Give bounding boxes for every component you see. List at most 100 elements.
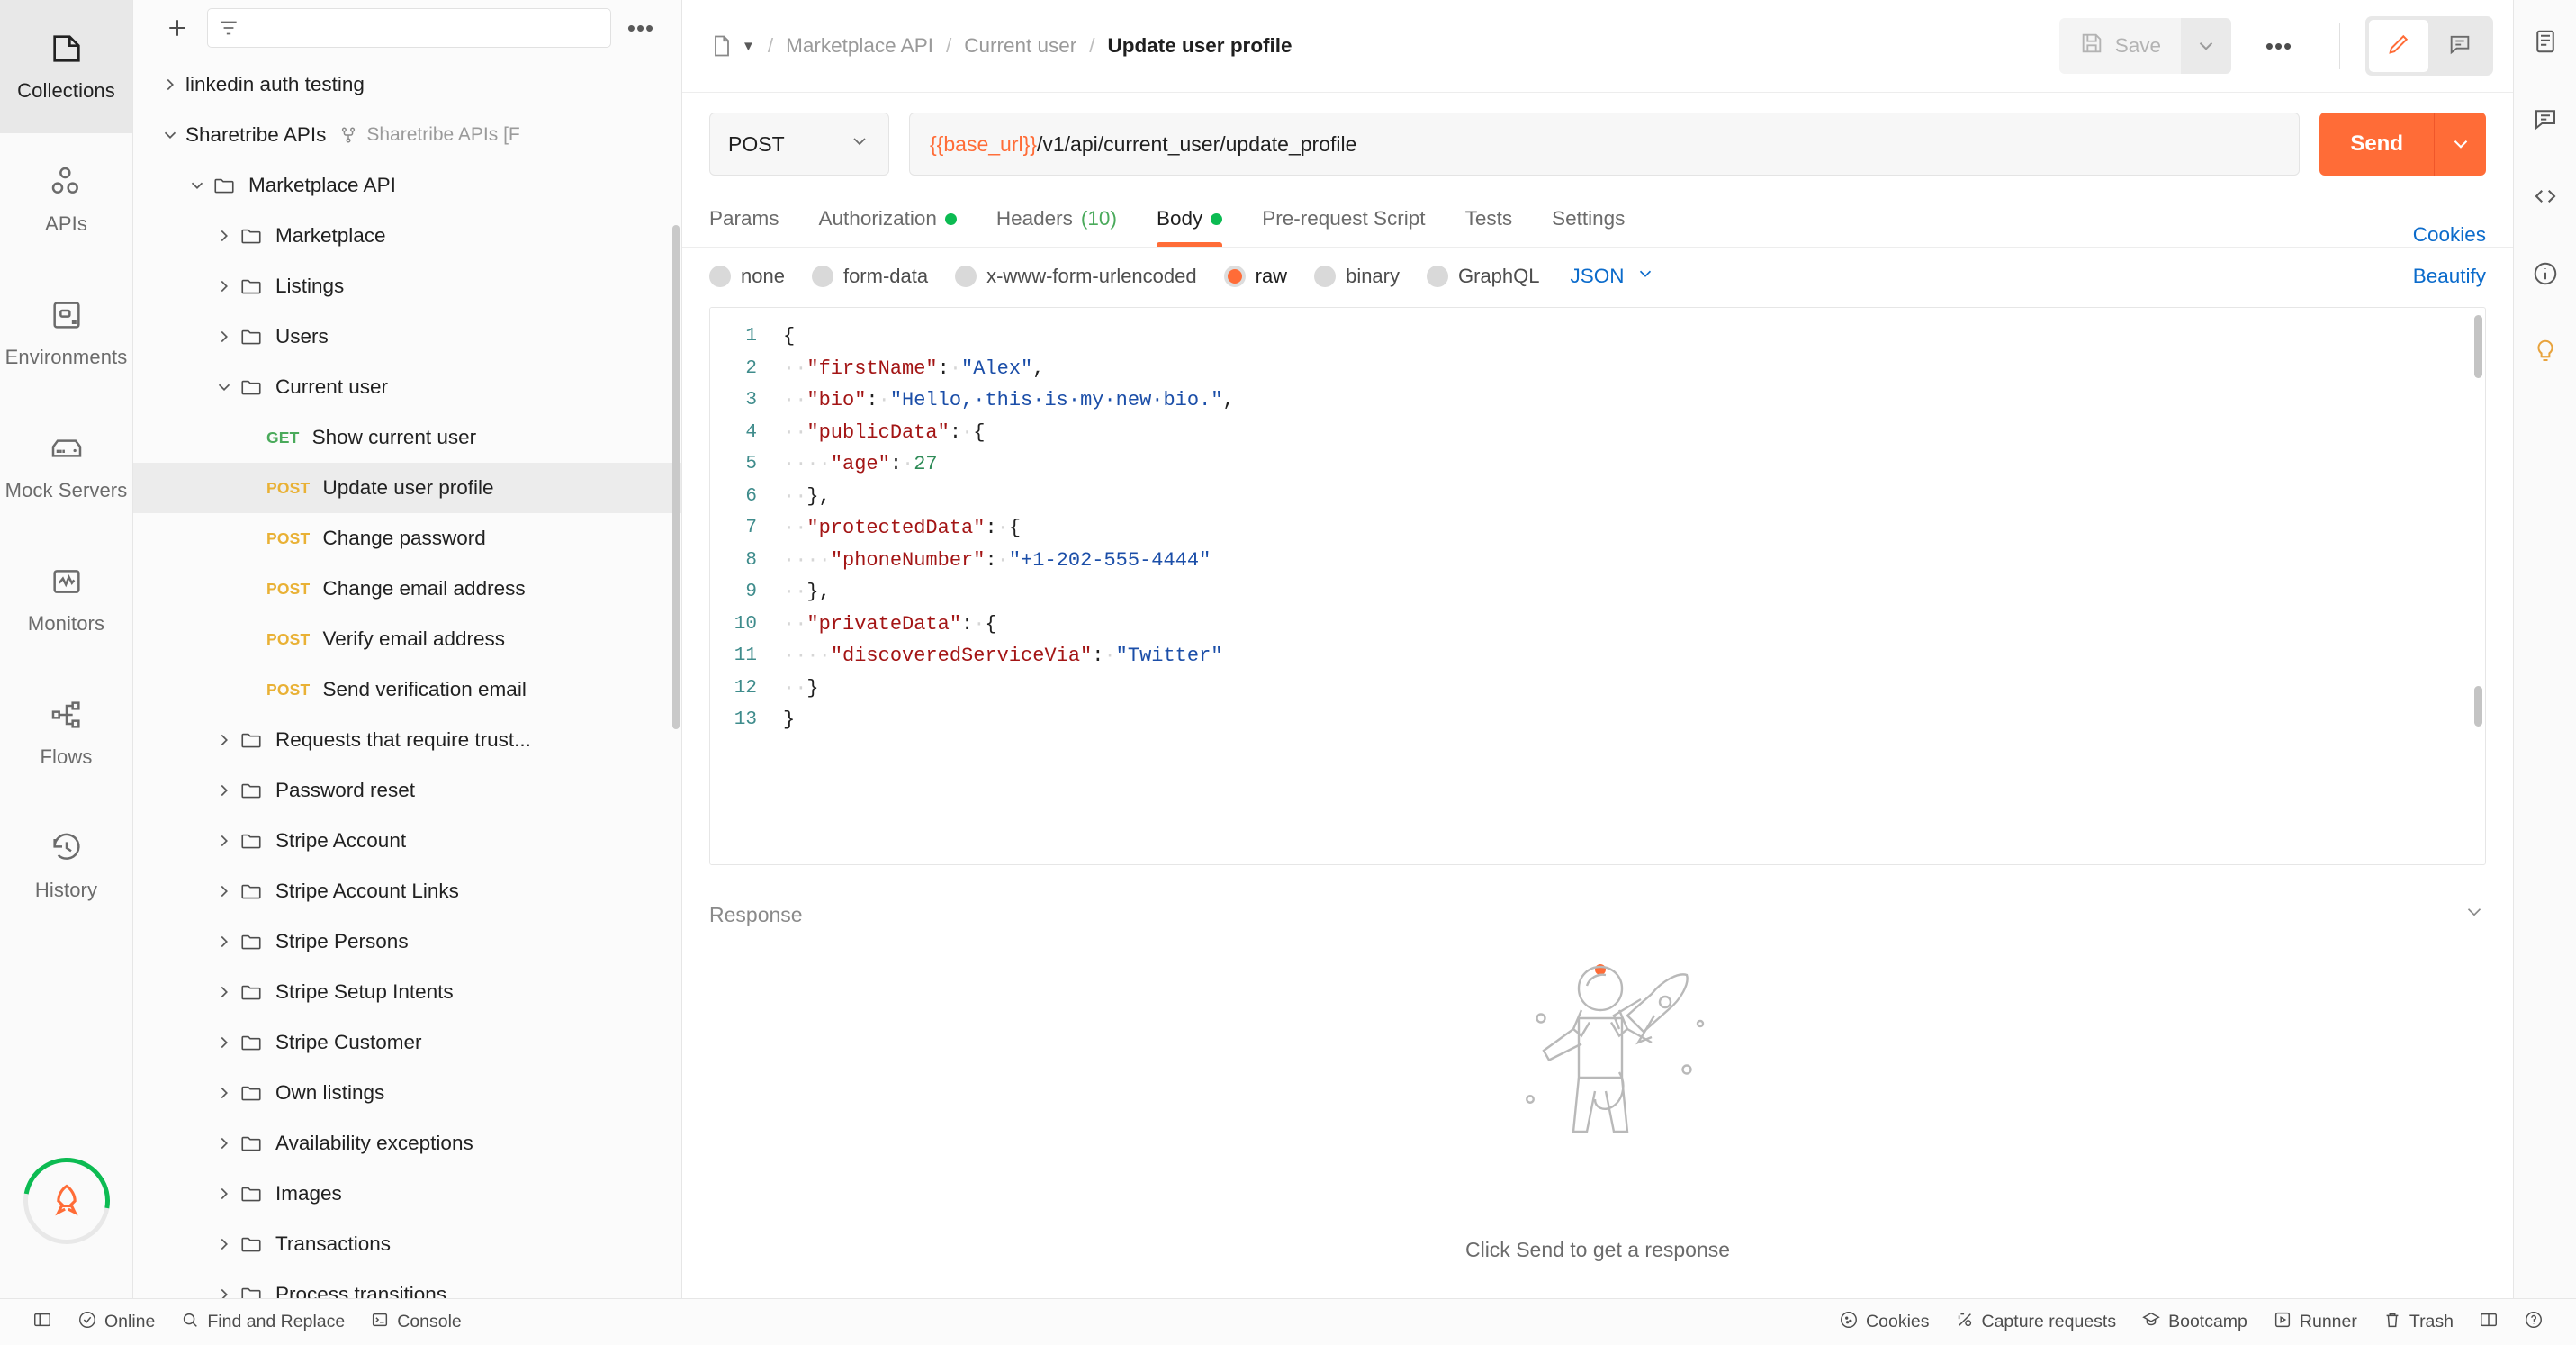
new-item-button[interactable] bbox=[157, 8, 198, 48]
tree-folder-row[interactable]: Stripe Customer bbox=[133, 1017, 681, 1068]
edit-mode-button[interactable] bbox=[2369, 20, 2428, 73]
tab-body[interactable]: Body bbox=[1156, 191, 1223, 248]
editor-code[interactable]: {··"firstName":·"Alex", ··"bio":·"Hello,·… bbox=[770, 308, 2485, 865]
online-status-button[interactable]: Online bbox=[65, 1304, 167, 1340]
chevron-right-icon[interactable] bbox=[209, 321, 239, 352]
chevron-down-icon[interactable] bbox=[209, 372, 239, 402]
runner-button[interactable]: Runner bbox=[2260, 1304, 2370, 1340]
chevron-right-icon[interactable] bbox=[209, 1229, 239, 1259]
tree-folder-row[interactable]: Requests that require trust... bbox=[133, 715, 681, 765]
rocket-progress-badge[interactable] bbox=[6, 1141, 127, 1261]
chevron-right-icon[interactable] bbox=[209, 977, 239, 1007]
chevron-right-icon[interactable] bbox=[209, 826, 239, 856]
body-editor[interactable]: 1 2 3 4 5 6 7 8 9 10 11 12 13 {··"firstName":·"Alex"… bbox=[709, 307, 2486, 866]
tree-folder-row[interactable]: Stripe Account bbox=[133, 816, 681, 866]
save-button[interactable]: Save bbox=[2058, 18, 2181, 75]
tree-request-row[interactable]: POST Send verification email bbox=[133, 664, 681, 715]
tree-request-row[interactable]: POST Change email address bbox=[133, 564, 681, 614]
tree-folder-row[interactable]: Marketplace API bbox=[133, 160, 681, 211]
rail-item-history[interactable]: History bbox=[0, 799, 132, 933]
tab-tests[interactable]: Tests bbox=[1465, 191, 1513, 247]
body-type-none[interactable]: none bbox=[709, 265, 785, 288]
tree-folder-row[interactable]: Sharetribe APIs Sharetribe APIs [F bbox=[133, 110, 681, 160]
send-options-button[interactable] bbox=[2434, 113, 2486, 176]
tree-folder-row[interactable]: Own listings bbox=[133, 1068, 681, 1118]
sidebar-toggle-button[interactable] bbox=[20, 1304, 65, 1340]
tree-request-row[interactable]: POST Update user profile bbox=[133, 463, 681, 513]
search-input[interactable] bbox=[248, 17, 601, 39]
request-more-button[interactable]: ••• bbox=[2251, 18, 2307, 74]
tree-folder-row[interactable]: Listings bbox=[133, 261, 681, 311]
chevron-right-icon[interactable] bbox=[209, 876, 239, 907]
rail-item-flows[interactable]: Flows bbox=[0, 666, 132, 799]
chevron-down-icon[interactable] bbox=[2463, 900, 2486, 929]
chevron-down-icon[interactable]: ▼ bbox=[742, 39, 755, 54]
rail-item-collections[interactable]: Collections bbox=[0, 0, 132, 133]
help-button[interactable] bbox=[2511, 1304, 2556, 1340]
sidebar-more-button[interactable]: ••• bbox=[620, 8, 662, 48]
find-and-replace-button[interactable]: Find and Replace bbox=[167, 1304, 357, 1340]
tab-params[interactable]: Params bbox=[709, 191, 779, 247]
chevron-right-icon[interactable] bbox=[209, 1178, 239, 1209]
tree-folder-row[interactable]: Transactions bbox=[133, 1219, 681, 1269]
tree-folder-row[interactable]: Availability exceptions bbox=[133, 1118, 681, 1169]
documentation-button[interactable] bbox=[2522, 20, 2569, 67]
editor-scrollbar-top[interactable] bbox=[2474, 315, 2482, 379]
tab-headers[interactable]: Headers (10) bbox=[996, 191, 1117, 247]
tips-button[interactable] bbox=[2522, 329, 2569, 376]
sidebar-search-box[interactable] bbox=[207, 8, 611, 48]
breadcrumb-item-1[interactable]: Current user bbox=[964, 34, 1076, 58]
info-button[interactable] bbox=[2522, 252, 2569, 299]
layout-button[interactable] bbox=[2466, 1304, 2511, 1340]
code-snippet-button[interactable] bbox=[2522, 175, 2569, 221]
body-type-raw[interactable]: raw bbox=[1223, 265, 1287, 288]
tree-folder-row[interactable]: Stripe Persons bbox=[133, 916, 681, 967]
http-method-select[interactable]: POST bbox=[709, 113, 889, 176]
chevron-right-icon[interactable] bbox=[209, 271, 239, 302]
breadcrumb-item-0[interactable]: Marketplace API bbox=[786, 34, 933, 58]
tree-folder-row[interactable]: Current user bbox=[133, 362, 681, 412]
tree-folder-row[interactable]: Password reset bbox=[133, 765, 681, 816]
chevron-right-icon[interactable] bbox=[209, 926, 239, 957]
comments-button[interactable] bbox=[2522, 97, 2569, 144]
chevron-right-icon[interactable] bbox=[209, 725, 239, 755]
tree-request-row[interactable]: GET Show current user bbox=[133, 412, 681, 463]
comment-mode-button[interactable] bbox=[2430, 20, 2490, 72]
tree-folder-row[interactable]: Stripe Setup Intents bbox=[133, 967, 681, 1017]
chevron-right-icon[interactable] bbox=[209, 1128, 239, 1159]
chevron-right-icon[interactable] bbox=[209, 1078, 239, 1108]
capture-requests-button[interactable]: Capture requests bbox=[1942, 1304, 2130, 1340]
beautify-button[interactable]: Beautify bbox=[2413, 265, 2486, 287]
tree-folder-row[interactable]: Stripe Account Links bbox=[133, 866, 681, 916]
cookies-button[interactable]: Cookies bbox=[1826, 1304, 1941, 1340]
send-button[interactable]: Send bbox=[2319, 113, 2434, 176]
bootcamp-button[interactable]: Bootcamp bbox=[2129, 1304, 2260, 1340]
chevron-down-icon[interactable] bbox=[182, 170, 212, 201]
body-type-form-data[interactable]: form-data bbox=[811, 265, 928, 288]
chevron-right-icon[interactable] bbox=[209, 775, 239, 806]
chevron-down-icon[interactable] bbox=[155, 120, 185, 150]
editor-scrollbar-bottom[interactable] bbox=[2474, 686, 2482, 727]
rail-item-environments[interactable]: Environments bbox=[0, 266, 132, 400]
body-type-x-www-form-urlencoded[interactable]: x-www-form-urlencoded bbox=[955, 265, 1197, 288]
trash-button[interactable]: Trash bbox=[2370, 1304, 2466, 1340]
tab-settings[interactable]: Settings bbox=[1552, 191, 1625, 247]
cookies-link[interactable]: Cookies bbox=[2413, 223, 2486, 247]
console-button[interactable]: Console bbox=[357, 1304, 474, 1340]
rail-item-apis[interactable]: APIs bbox=[0, 133, 132, 266]
tree-request-row[interactable]: POST Change password bbox=[133, 513, 681, 564]
tab-authorization[interactable]: Authorization bbox=[819, 191, 957, 247]
body-format-select[interactable]: JSON bbox=[1571, 264, 1655, 289]
rail-item-mock-servers[interactable]: Mock Servers bbox=[0, 400, 132, 533]
sidebar-scrollbar[interactable] bbox=[672, 225, 680, 729]
tab-pre-request-script[interactable]: Pre-request Script bbox=[1262, 191, 1425, 247]
body-type-binary[interactable]: binary bbox=[1314, 265, 1400, 288]
tree-request-row[interactable]: POST Verify email address bbox=[133, 614, 681, 664]
rail-item-monitors[interactable]: Monitors bbox=[0, 533, 132, 666]
body-type-graphql[interactable]: GraphQL bbox=[1427, 265, 1540, 288]
chevron-right-icon[interactable] bbox=[209, 1027, 239, 1058]
tree-folder-row[interactable]: Users bbox=[133, 311, 681, 362]
chevron-right-icon[interactable] bbox=[155, 69, 185, 100]
save-options-button[interactable] bbox=[2181, 18, 2231, 75]
url-input[interactable]: {{base_url}}/v1/api/current_user/update_… bbox=[909, 113, 2301, 176]
